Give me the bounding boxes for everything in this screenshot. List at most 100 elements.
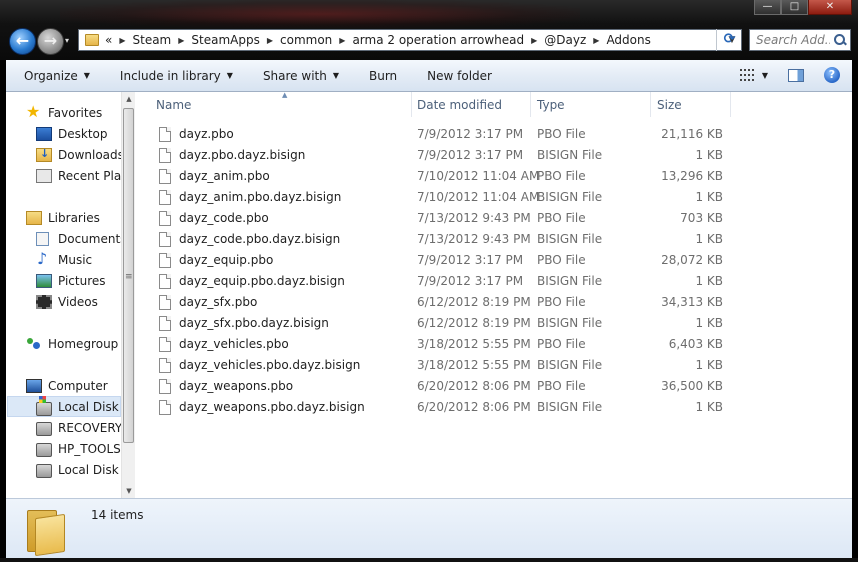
file-size: 13,296 KB — [661, 169, 723, 183]
file-date: 6/12/2012 8:19 PM — [417, 295, 531, 309]
maximize-button[interactable]: □ — [781, 0, 808, 15]
breadcrumb-arma[interactable]: arma 2 operation arrowhead ▶ — [352, 33, 544, 47]
table-row[interactable]: dayz_anim.pbo.dayz.bisign 7/10/2012 11:0… — [137, 187, 737, 208]
nav-libraries[interactable]: Libraries — [26, 207, 100, 228]
file-name: dayz.pbo.dayz.bisign — [179, 148, 306, 162]
music-icon — [36, 249, 52, 268]
nav-label: Downloads — [58, 147, 121, 162]
nav-downloads[interactable]: Downloads — [36, 144, 121, 165]
nav-favorites[interactable]: Favorites — [26, 102, 102, 123]
folder-front — [35, 513, 65, 557]
table-row[interactable]: dayz_code.pbo 7/13/2012 9:43 PM PBO File… — [137, 208, 737, 229]
file-size: 1 KB — [695, 232, 723, 246]
scroll-up-icon[interactable]: ▲ — [122, 92, 136, 106]
organize-button[interactable]: Organize ▼ — [24, 69, 90, 83]
search-icon[interactable] — [834, 34, 846, 46]
table-row[interactable]: dayz_equip.pbo 7/9/2012 3:17 PM PBO File… — [137, 250, 737, 271]
new-folder-button[interactable]: New folder — [427, 69, 492, 83]
file-type: PBO File — [537, 337, 586, 351]
share-with-button[interactable]: Share with ▼ — [263, 69, 339, 83]
nav-pictures[interactable]: Pictures — [36, 270, 106, 291]
sort-ascending-icon: ▲ — [282, 91, 288, 99]
nav-label: Pictures — [58, 273, 106, 288]
table-row[interactable]: dayz.pbo 7/9/2012 3:17 PM PBO File 21,11… — [137, 124, 737, 145]
file-list: Name ▲ Date modified Type Size dayz.pbo … — [137, 91, 852, 498]
chevron-right-icon[interactable]: ▶ — [178, 36, 184, 45]
nav-computer[interactable]: Computer — [26, 375, 108, 396]
table-row[interactable]: dayz_vehicles.pbo 3/18/2012 5:55 PM PBO … — [137, 334, 737, 355]
breadcrumb-label: @Dayz — [544, 33, 587, 47]
table-row[interactable]: dayz_code.pbo.dayz.bisign 7/13/2012 9:43… — [137, 229, 737, 250]
nav-recent-places[interactable]: Recent Plac — [36, 165, 121, 186]
chevron-right-icon[interactable]: ▶ — [119, 36, 125, 45]
burn-button[interactable]: Burn — [369, 69, 397, 83]
search-box[interactable] — [749, 29, 851, 51]
breadcrumb-label: Addons — [606, 33, 651, 47]
table-row[interactable]: dayz_anim.pbo 7/10/2012 11:04 AM PBO Fil… — [137, 166, 737, 187]
help-icon[interactable]: ? — [824, 67, 840, 83]
file-type: BISIGN File — [537, 274, 603, 288]
nav-homegroup[interactable]: Homegroup — [26, 333, 118, 354]
chevron-right-icon[interactable]: ▶ — [267, 36, 273, 45]
breadcrumb-label: common — [280, 33, 333, 47]
file-name: dayz_equip.pbo.dayz.bisign — [179, 274, 345, 288]
back-button[interactable]: ← — [9, 28, 36, 55]
file-date: 7/10/2012 11:04 AM — [417, 190, 540, 204]
view-options-dropdown-icon[interactable]: ▼ — [762, 71, 768, 80]
change-view-icon[interactable] — [739, 69, 754, 81]
breadcrumb-dayz[interactable]: @Dayz ▶ — [544, 33, 606, 47]
scroll-down-icon[interactable]: ▼ — [122, 484, 136, 498]
breadcrumb-addons[interactable]: Addons — [606, 33, 650, 47]
table-row[interactable]: dayz_weapons.pbo.dayz.bisign 6/20/2012 8… — [137, 397, 737, 418]
file-icon — [159, 148, 171, 163]
file-size: 1 KB — [695, 358, 723, 372]
nav-recovery[interactable]: RECOVERY ( — [36, 417, 121, 438]
file-name-cell: dayz_anim.pbo.dayz.bisign — [159, 187, 341, 208]
file-date: 7/9/2012 3:17 PM — [417, 253, 524, 267]
file-size: 34,313 KB — [661, 295, 723, 309]
column-header-size[interactable]: Size — [651, 92, 731, 117]
breadcrumb-steam[interactable]: Steam ▶ — [133, 33, 192, 47]
nav-videos[interactable]: Videos — [36, 291, 98, 312]
file-name-cell: dayz.pbo.dayz.bisign — [159, 145, 305, 166]
breadcrumb-overflow[interactable]: « ▶ — [105, 33, 133, 47]
column-header-date-modified[interactable]: Date modified — [411, 92, 531, 117]
nav-desktop[interactable]: Desktop — [36, 123, 108, 144]
forward-button[interactable]: → — [37, 28, 64, 55]
nav-hp-tools[interactable]: HP_TOOLS — [36, 438, 121, 459]
file-type: PBO File — [537, 253, 586, 267]
refresh-button[interactable]: ⟳ — [716, 29, 742, 51]
nav-local-disk-2[interactable]: Local Disk ( — [36, 459, 121, 480]
breadcrumb-common[interactable]: common ▶ — [280, 33, 352, 47]
chevron-right-icon[interactable]: ▶ — [531, 36, 537, 45]
file-icon — [159, 190, 171, 205]
preview-pane-icon[interactable] — [788, 68, 804, 82]
close-button[interactable]: ✕ — [808, 0, 852, 15]
file-date: 3/18/2012 5:55 PM — [417, 337, 531, 351]
search-input[interactable] — [756, 33, 830, 47]
chevron-right-icon[interactable]: ▶ — [593, 36, 599, 45]
minimize-button[interactable]: — — [754, 0, 781, 15]
nav-documents[interactable]: Documents — [36, 228, 121, 249]
nav-local-disk-c[interactable]: Local Disk ( — [7, 395, 121, 417]
column-header-name[interactable]: Name ▲ — [150, 91, 412, 117]
file-name-cell: dayz_equip.pbo.dayz.bisign — [159, 271, 345, 292]
nav-music[interactable]: Music — [36, 249, 92, 270]
breadcrumb-steamapps[interactable]: SteamApps ▶ — [191, 33, 280, 47]
file-size: 1 KB — [695, 148, 723, 162]
table-row[interactable]: dayz_weapons.pbo 6/20/2012 8:06 PM PBO F… — [137, 376, 737, 397]
nav-label: Favorites — [48, 105, 103, 120]
file-type: BISIGN File — [537, 316, 603, 330]
table-row[interactable]: dayz.pbo.dayz.bisign 7/9/2012 3:17 PM BI… — [137, 145, 737, 166]
file-icon — [159, 232, 171, 247]
table-row[interactable]: dayz_equip.pbo.dayz.bisign 7/9/2012 3:17… — [137, 271, 737, 292]
include-in-library-button[interactable]: Include in library ▼ — [120, 69, 233, 83]
address-bar[interactable]: « ▶ Steam ▶ SteamApps ▶ common ▶ arma 2 … — [78, 29, 742, 51]
table-row[interactable]: dayz_sfx.pbo.dayz.bisign 6/12/2012 8:19 … — [137, 313, 737, 334]
chevron-right-icon[interactable]: ▶ — [339, 36, 345, 45]
navigation-scrollbar[interactable]: ▲ ≡ ▼ — [121, 92, 135, 498]
table-row[interactable]: dayz_sfx.pbo 6/12/2012 8:19 PM PBO File … — [137, 292, 737, 313]
column-header-type[interactable]: Type — [531, 92, 651, 117]
table-row[interactable]: dayz_vehicles.pbo.dayz.bisign 3/18/2012 … — [137, 355, 737, 376]
recent-pages-dropdown[interactable]: ▾ — [65, 35, 75, 47]
